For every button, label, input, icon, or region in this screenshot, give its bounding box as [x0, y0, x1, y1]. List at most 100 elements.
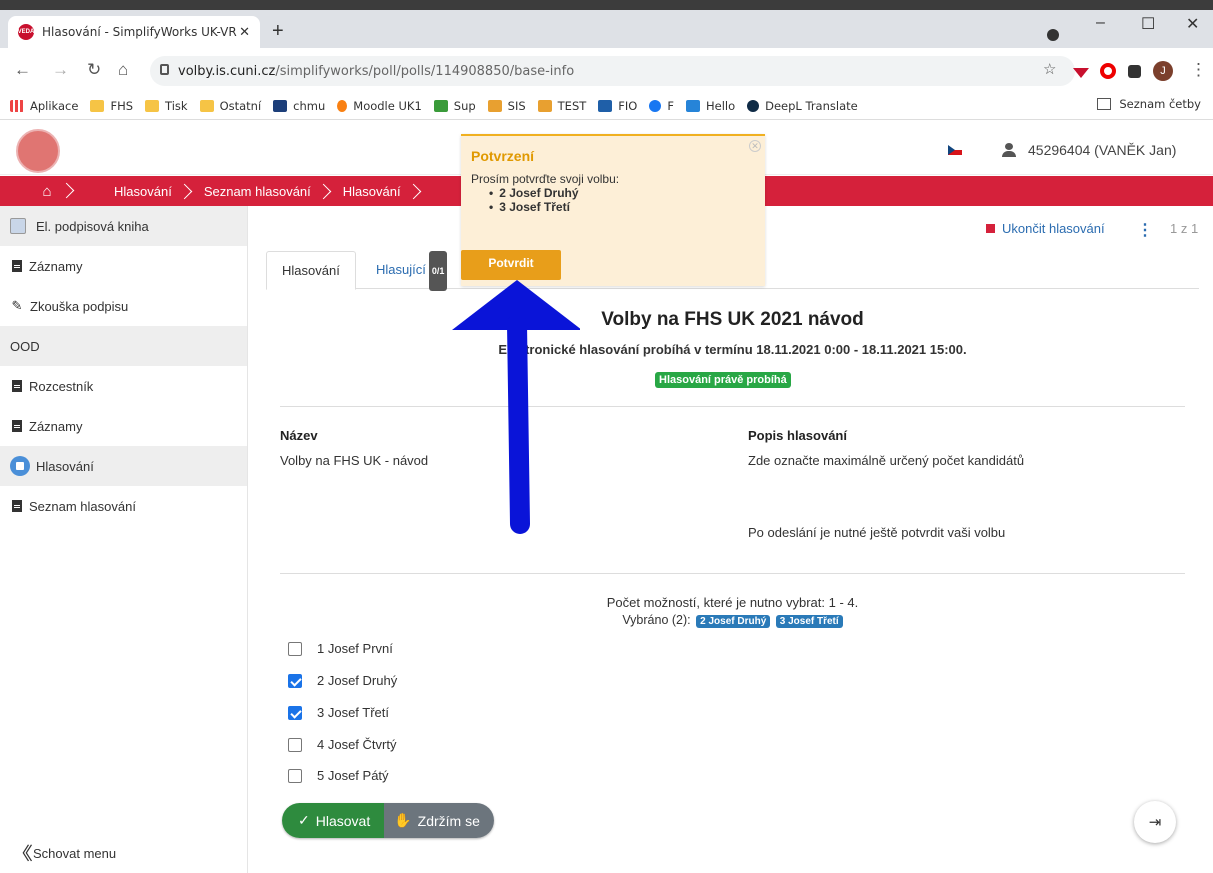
description-line-2: Po odeslání je nutné ještě potvrdit vaši…	[748, 525, 1006, 540]
home-icon[interactable]: ⌂	[30, 183, 64, 200]
bookmark-tisk[interactable]: Tisk	[145, 99, 188, 113]
exit-icon[interactable]: ⇥	[1134, 801, 1176, 843]
bookmark-fio[interactable]: FIO	[598, 99, 637, 113]
sidebar-item-label: Rozcestník	[29, 378, 94, 394]
close-icon[interactable]: ✕	[749, 140, 761, 152]
end-voting-button[interactable]: Ukončit hlasování	[986, 221, 1105, 236]
candidate-option[interactable]: 3 Josef Třetí	[288, 705, 389, 720]
opera-extension-icon[interactable]	[1100, 63, 1116, 79]
bookmark-chmu[interactable]: chmu	[273, 99, 325, 113]
url-host: volby.is.cuni.cz	[178, 63, 276, 79]
url-input[interactable]: volby.is.cuni.cz/simplifyworks/poll/poll…	[150, 56, 1075, 86]
breadcrumb-item[interactable]: Hlasování	[100, 184, 190, 199]
back-button[interactable]: ←	[14, 60, 31, 80]
favicon-icon: VEDA	[18, 24, 34, 40]
breadcrumb-item[interactable]: Hlasování	[329, 184, 419, 199]
tab-voting[interactable]: Hlasování	[266, 251, 356, 290]
poll-period: Elektronické hlasování probíhá v termínu…	[498, 342, 967, 357]
extensions-puzzle-icon[interactable]	[1128, 65, 1141, 78]
user-menu[interactable]: 45296404 (VANĚK Jan)	[1002, 142, 1176, 158]
media-indicator-icon[interactable]	[1047, 29, 1059, 41]
bookmark-apps[interactable]: Aplikace	[10, 99, 78, 113]
bookmark-test[interactable]: TEST	[537, 98, 587, 113]
confirm-popup: Potvrzení ✕ Prosím potvrďte svoji volbu:…	[461, 134, 765, 286]
sis-icon	[537, 99, 552, 112]
confirm-item: 2 Josef Druhý	[489, 186, 578, 200]
bookmark-hello[interactable]: Hello	[685, 99, 735, 113]
close-window-button[interactable]: ✕	[1186, 14, 1199, 34]
tab-close-icon[interactable]: ✕	[239, 24, 250, 40]
bookmarks-bar: Aplikace FHS Tisk Ostatní chmu Moodle UK…	[0, 92, 1213, 120]
hello-icon	[685, 99, 700, 112]
bookmark-ostatni[interactable]: Ostatní	[199, 99, 261, 113]
czech-flag-icon[interactable]	[948, 145, 962, 155]
sidebar-item-signpost[interactable]: Rozcestník	[0, 366, 247, 406]
bookmark-star-icon[interactable]: ☆	[1043, 60, 1056, 78]
candidate-option[interactable]: 4 Josef Čtvrtý	[288, 737, 396, 752]
vote-button[interactable]: ✓ Hlasovat	[282, 803, 385, 838]
profile-avatar[interactable]: J	[1153, 61, 1173, 81]
bookmark-sis[interactable]: SIS	[487, 98, 526, 113]
checkbox[interactable]	[288, 768, 302, 783]
sup-icon	[433, 99, 448, 112]
reading-list-button[interactable]: Seznam četby	[1097, 97, 1201, 111]
apps-grid-icon	[10, 99, 24, 112]
bookmark-sup[interactable]: Sup	[433, 99, 476, 113]
candidate-option[interactable]: 1 Josef První	[288, 641, 393, 656]
sidebar-section-ood[interactable]: OOD	[0, 326, 247, 366]
description-label: Popis hlasování	[748, 428, 847, 443]
candidate-option[interactable]: 5 Josef Pátý	[288, 768, 389, 783]
home-button[interactable]: ⌂	[118, 60, 128, 80]
more-options-icon[interactable]: ⋮	[1137, 220, 1153, 240]
maximize-button[interactable]: ☐	[1141, 14, 1155, 34]
breadcrumb-item[interactable]: Seznam hlasování	[190, 184, 329, 199]
candidate-option[interactable]: 2 Josef Druhý	[288, 673, 397, 688]
checkbox-checked[interactable]	[288, 673, 302, 688]
tab-voters[interactable]: Hlasující 0/1	[376, 251, 448, 291]
sidebar-item-poll-list[interactable]: Seznam hlasování	[0, 486, 247, 526]
bookmark-label: TEST	[557, 98, 587, 113]
sidebar-item-label: Hlasování	[36, 458, 94, 474]
selection-requirement: Počet možností, které je nutno vybrat: 1…	[606, 595, 859, 610]
checkbox-checked[interactable]	[288, 705, 302, 720]
sidebar-item-voting[interactable]: Hlasování	[0, 446, 247, 486]
selected-badge: 2 Josef Druhý	[696, 615, 771, 628]
sidebar-item-signature-book[interactable]: El. podpisová kniha	[0, 206, 247, 246]
minimize-button[interactable]: –	[1096, 14, 1105, 32]
poll-title: Volby na FHS UK 2021 návod	[601, 309, 864, 330]
facebook-icon	[649, 99, 662, 112]
bookmark-moodle[interactable]: Moodle UK1	[337, 99, 422, 113]
browser-menu-icon[interactable]: ⋮	[1190, 60, 1207, 80]
sidebar-item-records-2[interactable]: Záznamy	[0, 406, 247, 446]
page-counter: 1 z 1	[1170, 221, 1199, 236]
bookmark-label: FHS	[110, 98, 134, 113]
confirm-text: Prosím potvrďte svoji volbu:	[471, 172, 620, 186]
checkbox[interactable]	[288, 737, 302, 752]
sidebar: El. podpisová kniha Záznamy ✎ Zkouška po…	[0, 206, 248, 873]
sidebar-item-records[interactable]: Záznamy	[0, 246, 247, 286]
bookmark-label: SIS	[507, 98, 526, 113]
new-tab-button[interactable]: +	[272, 20, 284, 43]
browser-tab[interactable]: VEDA Hlasování - SimplifyWorks UK-VR ✕	[8, 16, 260, 48]
document-icon	[12, 260, 22, 272]
hide-menu-button[interactable]: 〈〈 Schovat menu	[12, 840, 116, 866]
name-label: Název	[280, 428, 318, 443]
university-seal-logo[interactable]	[16, 129, 60, 173]
bookmark-facebook[interactable]: F	[649, 99, 674, 113]
bookmark-label: chmu	[293, 98, 326, 113]
sidebar-item-label: Záznamy	[29, 258, 83, 274]
checkbox[interactable]	[288, 641, 302, 656]
reload-button[interactable]: ↻	[87, 60, 101, 80]
pocket-extension-icon[interactable]	[1073, 68, 1089, 78]
candidate-label: 1 Josef První	[317, 641, 393, 656]
url-path: /simplifyworks/poll/polls/114908850/base…	[275, 63, 575, 79]
bookmark-deepl[interactable]: DeepL Translate	[747, 99, 858, 113]
confirm-button[interactable]: Potvrdit	[461, 250, 561, 280]
bookmark-fhs[interactable]: FHS	[90, 99, 133, 113]
bookmark-label: Aplikace	[30, 98, 79, 113]
forward-button[interactable]: →	[52, 60, 69, 80]
abstain-button[interactable]: ✋ Zdržím se	[384, 803, 494, 838]
sidebar-item-signature-test[interactable]: ✎ Zkouška podpisu	[0, 286, 247, 326]
folder-icon	[90, 99, 105, 112]
sidebar-item-label: El. podpisová kniha	[36, 218, 149, 234]
